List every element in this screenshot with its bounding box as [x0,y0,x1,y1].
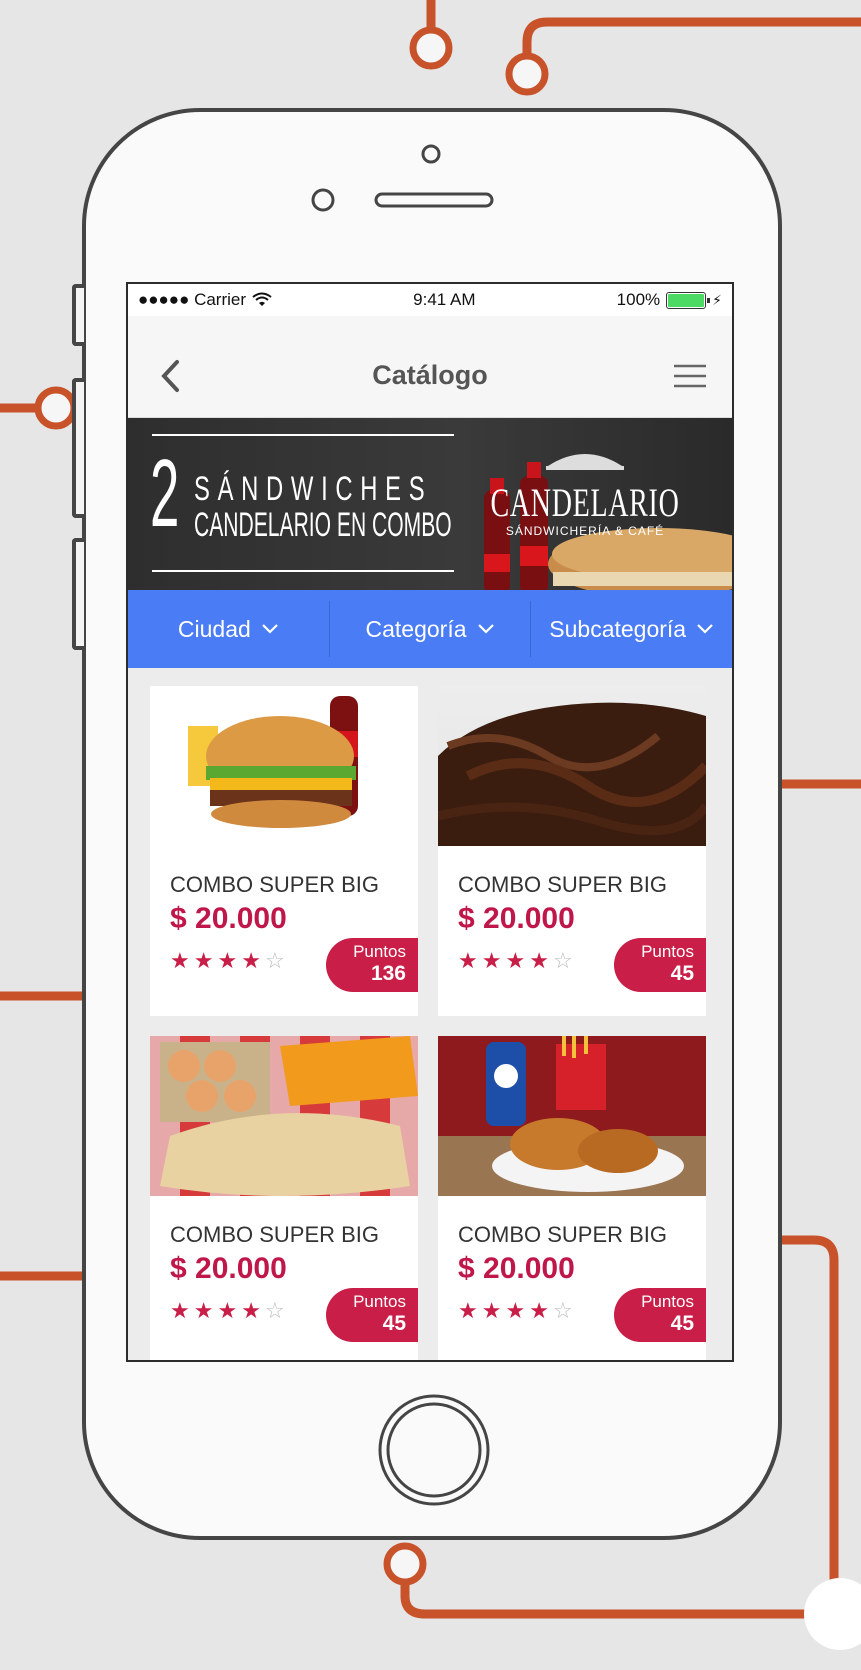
app-screen: ●●●●● Carrier 9:41 AM 100% ⚡ Catálogo 2 … [126,282,734,1362]
star-filled-icon: ★ [529,1298,549,1323]
menu-button[interactable] [670,356,710,396]
star-empty-icon: ☆ [552,948,573,973]
star-filled-icon: ★ [505,948,526,973]
banner-line-2: CANDELARIO EN COMBO [194,506,452,544]
star-filled-icon: ★ [241,1298,261,1323]
volume-up-button[interactable] [72,378,84,518]
points-badge: Puntos 45 [614,1288,706,1342]
product-card[interactable]: COMBO SUPER BIG $ 20.000 ★ ★ ★ ★ ☆ Puntos 45 [150,1036,418,1360]
brand-name: CANDELARIO [490,480,680,525]
points-badge: Puntos 45 [326,1288,418,1342]
banner-number: 2 [150,440,180,547]
carrier-label: ●●●●● Carrier [138,290,247,309]
banner-line-1: SÁNDWICHES [194,470,433,508]
star-empty-icon: ☆ [264,948,285,973]
filter-label: Categoría [365,615,467,642]
star-filled-icon: ★ [458,1298,478,1323]
star-filled-icon: ★ [217,948,238,973]
star-filled-icon: ★ [481,1298,502,1323]
chevron-left-icon [161,359,179,392]
product-name: COMBO SUPER BIG [458,1222,668,1247]
star-filled-icon: ★ [170,948,190,973]
filter-bar: Ciudad Categoría Subcategoría [128,590,732,668]
back-button[interactable] [150,356,190,396]
product-image-groceries [150,1036,418,1196]
volume-down-button[interactable] [72,538,84,650]
points-label: Puntos [641,1292,694,1311]
points-value: 45 [670,962,694,985]
star-filled-icon: ★ [241,948,261,973]
product-image-chocolate-cake [438,686,706,846]
brand-tagline: SÁNDWICHERÍA & CAFÉ [505,524,665,538]
points-value: 45 [670,1312,694,1335]
star-filled-icon: ★ [193,1298,214,1323]
filter-subcategoria[interactable]: Subcategoría [531,601,732,657]
product-name: COMBO SUPER BIG [458,872,668,897]
status-bar: ●●●●● Carrier 9:41 AM 100% ⚡ [128,284,732,316]
battery-percent: 100% [616,290,661,309]
charging-icon: ⚡ [712,291,722,308]
product-price: $ 20.000 [458,1252,575,1285]
sandwich-logo-icon [546,454,624,470]
product-image-burger [150,686,418,846]
product-card[interactable]: COMBO SUPER BIG $ 20.000 ★ ★ ★ ★ ☆ Puntos 13… [150,686,418,1016]
product-price: $ 20.000 [170,1252,287,1285]
chevron-down-icon [477,624,494,634]
clock: 9:41 AM [413,290,476,309]
product-name: COMBO SUPER BIG [170,1222,380,1247]
filter-label: Subcategoría [549,615,687,642]
points-value: 136 [370,962,406,985]
brand-logo: CANDELARIO SÁNDWICHERÍA & CAFÉ [450,448,720,538]
banner-rule-bottom [152,570,454,572]
hamburger-menu-icon [673,364,706,387]
star-empty-icon: ☆ [552,1298,573,1323]
product-price: $ 20.000 [170,902,287,935]
points-label: Puntos [641,942,694,961]
points-label: Puntos [353,942,406,961]
star-filled-icon: ★ [505,1298,526,1323]
filter-ciudad[interactable]: Ciudad [128,601,330,657]
banner-rule-top [152,434,454,436]
phone-speaker-camera [311,144,494,212]
product-card[interactable]: COMBO SUPER BIG $ 20.000 ★ ★ ★ ★ ☆ Puntos 45 [438,1036,706,1360]
product-grid: COMBO SUPER BIG $ 20.000 ★ ★ ★ ★ ☆ Puntos 13… [128,668,732,1360]
points-label: Puntos [353,1292,406,1311]
nav-bar: Catálogo [128,316,732,418]
star-filled-icon: ★ [170,1298,190,1323]
filter-categoria[interactable]: Categoría [330,601,532,657]
points-badge: Puntos 45 [614,938,706,992]
chevron-down-icon [262,624,278,634]
star-filled-icon: ★ [458,948,478,973]
star-empty-icon: ☆ [264,1298,285,1323]
chevron-down-icon [697,624,713,634]
points-badge: Puntos 136 [326,938,418,992]
product-card[interactable]: COMBO SUPER BIG $ 20.000 ★ ★ ★ ★ ☆ Puntos 45 [438,686,706,1016]
wifi-icon [252,292,272,306]
product-name: COMBO SUPER BIG [170,872,380,897]
points-value: 45 [382,1312,406,1335]
filter-label: Ciudad [177,615,251,642]
battery-icon [666,291,711,309]
home-button[interactable] [374,1390,494,1510]
product-image-fried-chicken [438,1036,706,1196]
star-filled-icon: ★ [529,948,549,973]
star-filled-icon: ★ [193,948,214,973]
star-filled-icon: ★ [481,948,502,973]
product-price: $ 20.000 [458,902,575,935]
page-title: Catálogo [372,360,488,390]
promo-banner[interactable]: 2 SÁNDWICHES CANDELARIO EN COMBO CANDELA… [128,418,732,590]
star-filled-icon: ★ [217,1298,238,1323]
mute-switch[interactable] [72,284,84,346]
